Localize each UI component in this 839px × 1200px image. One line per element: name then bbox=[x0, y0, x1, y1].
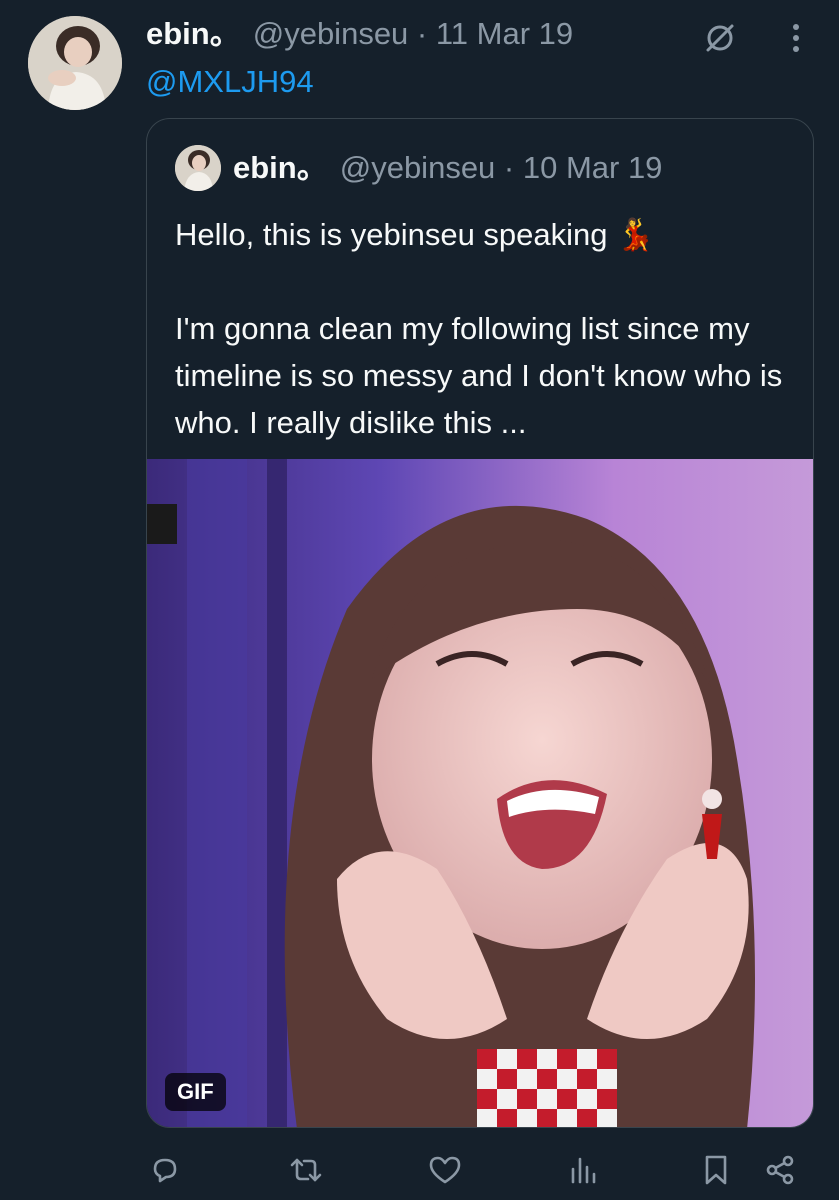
mention-link[interactable]: @MXLJH94 bbox=[146, 62, 314, 102]
quoted-tweet[interactable]: ebin。 @yebinseu · 10 Mar 19 Hello, this … bbox=[146, 118, 814, 1128]
grok-icon[interactable] bbox=[700, 18, 740, 58]
tweet-header: ebin。 @yebinseu · 11 Mar 19 bbox=[146, 14, 573, 54]
bookmark-icon[interactable] bbox=[696, 1150, 736, 1190]
quoted-handle-date: @yebinseu · 10 Mar 19 bbox=[339, 150, 663, 185]
quoted-tweet-header: ebin。 @yebinseu · 10 Mar 19 bbox=[175, 145, 662, 191]
views-icon[interactable] bbox=[563, 1150, 603, 1190]
gif-frame-image bbox=[147, 459, 813, 1127]
retweet-icon[interactable] bbox=[286, 1150, 326, 1190]
action-bar bbox=[0, 1150, 839, 1190]
share-icon[interactable] bbox=[760, 1150, 800, 1190]
quoted-author-name: ebin。 bbox=[233, 150, 328, 185]
reply-icon[interactable] bbox=[145, 1150, 185, 1190]
quoted-avatar bbox=[175, 145, 221, 191]
tweet[interactable]: ebin。 @yebinseu · 11 Mar 19 @MXLJH94 ebi… bbox=[0, 0, 839, 1200]
quoted-tweet-text: Hello, this is yebinseu speaking 💃 I'm g… bbox=[175, 217, 783, 440]
quoted-media-gif[interactable]: GIF bbox=[147, 459, 813, 1127]
gif-badge: GIF bbox=[165, 1073, 226, 1111]
avatar[interactable] bbox=[28, 16, 122, 110]
like-icon[interactable] bbox=[425, 1150, 465, 1190]
handle-date[interactable]: @yebinseu · 11 Mar 19 bbox=[253, 14, 573, 54]
author-name[interactable]: ebin。 bbox=[146, 14, 241, 54]
more-icon[interactable] bbox=[776, 18, 816, 58]
